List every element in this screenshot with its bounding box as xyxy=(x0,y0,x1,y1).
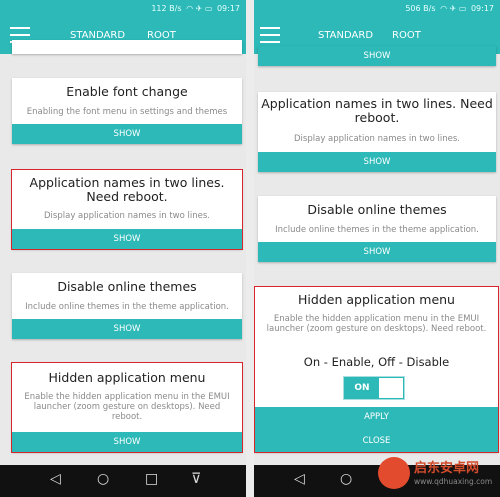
clock: 09:17 xyxy=(470,4,494,13)
card-description: Include online themes in the theme appli… xyxy=(25,302,229,312)
card-description: Include online themes in the theme appli… xyxy=(275,225,479,235)
card-title: Application names in two lines. Need reb… xyxy=(261,96,493,125)
partial-card: SHOW xyxy=(258,46,496,66)
card-description: Display application names in two lines. xyxy=(294,134,460,144)
home-icon[interactable]: ○ xyxy=(340,471,352,487)
show-button[interactable]: SHOW xyxy=(12,319,242,339)
status-bar: 112 B/s ◠ ✈ ▭ 09:17 xyxy=(0,0,246,17)
card-title: Application names in two lines. Need reb… xyxy=(29,175,225,204)
show-button[interactable]: SHOW xyxy=(258,152,496,172)
card-title: Disable online themes xyxy=(57,279,197,294)
card-hidden-menu: Hidden application menu Enable the hidde… xyxy=(11,362,243,453)
watermark-url: www.qdhuaxing.com xyxy=(414,477,493,486)
home-icon[interactable]: ○ xyxy=(97,471,109,487)
card-description: Enable the hidden application menu in th… xyxy=(24,392,230,422)
card-title: Hidden application menu xyxy=(298,292,455,307)
card-description: Enabling the font menu in settings and t… xyxy=(26,107,228,117)
card-description: Display application names in two lines. xyxy=(44,211,210,221)
clock: 09:17 xyxy=(216,4,240,13)
show-button[interactable]: SHOW xyxy=(12,124,242,144)
watermark: 启东安卓网 www.qdhuaxing.com xyxy=(378,455,496,493)
show-button[interactable]: SHOW xyxy=(12,432,242,452)
wifi-icon: ◠ ✈ ▭ xyxy=(186,4,213,13)
card-online-themes: Disable online themes Include online the… xyxy=(12,273,242,339)
close-button[interactable]: CLOSE xyxy=(255,434,498,448)
watermark-logo-icon xyxy=(378,457,410,489)
toggle-hint: On - Enable, Off - Disable xyxy=(303,355,450,369)
card-title: Enable font change xyxy=(66,84,188,99)
card-two-line-names: Application names in two lines. Need reb… xyxy=(11,169,243,250)
back-icon[interactable]: ◁ xyxy=(50,471,61,487)
back-icon[interactable]: ◁ xyxy=(294,471,305,487)
card-hidden-menu-expanded: Hidden application menu Enable the hidde… xyxy=(254,286,499,453)
watermark-title: 启东安卓网 xyxy=(414,461,480,476)
navigation-bar: ◁ ○ □ ⊽ xyxy=(0,465,246,497)
toggle-knob xyxy=(379,378,403,398)
show-button[interactable]: SHOW xyxy=(258,242,496,262)
right-screen: 506 B/s ◠ ✈ ▭ 09:17 STANDARD ROOT SHOW A… xyxy=(254,0,500,497)
card-description: Enable the hidden application menu in th… xyxy=(266,314,487,334)
card-title: Hidden application menu xyxy=(48,370,206,385)
action-area: APPLY CLOSE xyxy=(255,407,498,452)
network-speed: 506 B/s xyxy=(405,4,436,13)
wifi-icon: ◠ ✈ ▭ xyxy=(440,4,467,13)
show-button[interactable]: SHOW xyxy=(12,229,242,249)
left-screen: 112 B/s ◠ ✈ ▭ 09:17 STANDARD ROOT Enable… xyxy=(0,0,246,497)
partial-card xyxy=(12,40,242,54)
toggle-label: ON xyxy=(354,383,370,393)
menu-icon[interactable] xyxy=(260,27,280,43)
enable-toggle[interactable]: ON xyxy=(343,376,405,400)
recent-apps-icon[interactable]: □ xyxy=(145,471,158,487)
card-online-themes: Disable online themes Include online the… xyxy=(258,196,496,262)
network-speed: 112 B/s xyxy=(151,4,182,13)
card-font-change: Enable font change Enabling the font men… xyxy=(12,78,242,144)
status-bar: 506 B/s ◠ ✈ ▭ 09:17 xyxy=(254,0,500,17)
card-title: Disable online themes xyxy=(307,202,447,217)
apply-button[interactable]: APPLY xyxy=(255,410,498,424)
card-two-line-names: Application names in two lines. Need reb… xyxy=(258,92,496,172)
show-button[interactable]: SHOW xyxy=(258,46,496,66)
notification-down-icon[interactable]: ⊽ xyxy=(191,471,201,487)
